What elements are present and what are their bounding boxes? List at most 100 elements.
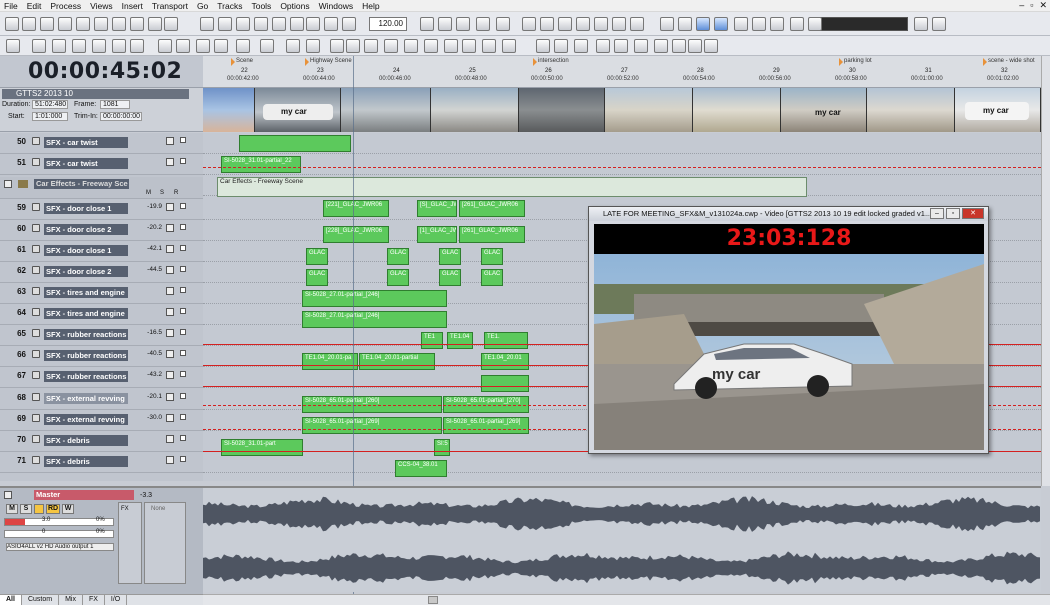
track-expand-icon[interactable] xyxy=(180,137,186,143)
clip[interactable]: TE1.04_20.01 xyxy=(481,353,529,370)
tab-all[interactable]: All xyxy=(0,595,22,605)
track-name[interactable]: SFX - external revving xyxy=(44,414,128,425)
toolbar-button[interactable] xyxy=(678,17,692,31)
group-record-button[interactable]: R xyxy=(174,190,178,196)
track-expand-icon[interactable] xyxy=(180,435,186,441)
arrow-icon[interactable] xyxy=(34,504,44,514)
toolbar-button[interactable] xyxy=(558,17,572,31)
menu-options[interactable]: Options xyxy=(280,1,309,11)
collapse-icon[interactable] xyxy=(4,491,12,499)
toolbar-button[interactable] xyxy=(404,39,418,53)
toolbar-button[interactable] xyxy=(72,39,86,53)
track-header[interactable]: 62 SFX - door close 2 -44.5 xyxy=(0,262,203,283)
toolbar-button[interactable] xyxy=(384,39,398,53)
clip[interactable]: [1]_GLAC_JW xyxy=(417,226,457,243)
clip[interactable]: GLAC xyxy=(306,248,328,265)
toolbar-button[interactable] xyxy=(112,17,126,31)
toolbar-button[interactable] xyxy=(462,39,476,53)
clip[interactable]: TE1.04_20.01-partial xyxy=(359,353,435,370)
menu-windows[interactable]: Windows xyxy=(319,1,353,11)
toolbar-button[interactable] xyxy=(40,17,54,31)
marker-scene[interactable]: Scene xyxy=(231,58,253,66)
menu-views[interactable]: Views xyxy=(90,1,113,11)
clip[interactable] xyxy=(239,135,351,152)
toolbar-button[interactable] xyxy=(324,17,338,31)
group-clip[interactable]: Car Effects - Freeway Scene xyxy=(217,177,807,197)
group-solo-button[interactable]: S xyxy=(160,190,164,196)
toolbar-button[interactable] xyxy=(346,39,360,53)
toolbar-button[interactable] xyxy=(420,17,434,31)
toolbar-button[interactable] xyxy=(630,17,644,31)
toolbar-button[interactable] xyxy=(808,17,822,31)
video-preview-window[interactable]: LATE FOR MEETING_SFX&M_v131024a.cwp - Vi… xyxy=(588,206,989,454)
track-header[interactable]: 61 SFX - door close 1 -42.1 xyxy=(0,241,203,262)
menu-tracks[interactable]: Tracks xyxy=(217,1,242,11)
clip[interactable]: SI-5028_65.01-partial_[269] xyxy=(443,417,529,434)
transport-timecode[interactable]: 00:00:45:02 xyxy=(28,59,182,84)
mute-button[interactable]: M xyxy=(6,504,18,514)
toolbar-button[interactable] xyxy=(176,39,190,53)
group-mute-button[interactable]: M xyxy=(146,190,151,196)
track-name[interactable]: SFX - door close 2 xyxy=(44,266,128,277)
toolbar-button[interactable] xyxy=(536,39,550,53)
track-name[interactable]: SFX - rubber reactions xyxy=(44,350,128,361)
track-icon[interactable] xyxy=(32,287,40,295)
track-fx-icon[interactable] xyxy=(166,203,174,211)
toolbar-button[interactable] xyxy=(696,17,710,31)
track-name[interactable]: SFX - rubber reactions xyxy=(44,329,128,340)
toolbar-button[interactable] xyxy=(260,39,274,53)
master-bus-name[interactable]: Master xyxy=(34,490,134,500)
toolbar-button[interactable] xyxy=(6,39,20,53)
toolbar-button[interactable] xyxy=(342,17,356,31)
clip[interactable]: GLAC xyxy=(306,269,328,286)
toolbar-button[interactable] xyxy=(5,17,19,31)
track-name[interactable]: SFX - rubber reactions xyxy=(44,371,128,382)
toolbar-button[interactable] xyxy=(752,17,766,31)
snap-dropdown[interactable] xyxy=(818,17,908,31)
track-icon[interactable] xyxy=(32,308,40,316)
toolbar-button[interactable] xyxy=(704,39,718,53)
track-expand-icon[interactable] xyxy=(180,393,186,399)
track-expand-icon[interactable] xyxy=(180,350,186,356)
toolbar-button[interactable] xyxy=(522,17,536,31)
toolbar-button[interactable] xyxy=(932,17,946,31)
clip[interactable]: CCS-04_38.01 xyxy=(395,460,447,477)
track-expand-icon[interactable] xyxy=(180,414,186,420)
toolbar-button[interactable] xyxy=(164,17,178,31)
clip[interactable]: GLAC xyxy=(439,248,461,265)
toolbar-button[interactable] xyxy=(672,39,686,53)
clip[interactable]: [261]_GLAC_JWR06 xyxy=(459,226,525,243)
menu-file[interactable]: File xyxy=(4,1,18,11)
menu-insert[interactable]: Insert xyxy=(122,1,143,11)
toolbar-button[interactable] xyxy=(482,39,496,53)
video-window-title[interactable]: LATE FOR MEETING_SFX&M_v131024a.cwp - Vi… xyxy=(589,207,988,221)
track-name[interactable]: SFX - debris xyxy=(44,435,128,446)
solo-button[interactable]: S xyxy=(20,504,32,514)
track-fx-icon[interactable] xyxy=(166,266,174,274)
collapse-icon[interactable] xyxy=(4,180,12,188)
track-header[interactable]: 67 SFX - rubber reactions -43.2 xyxy=(0,367,203,388)
menu-help[interactable]: Help xyxy=(362,1,379,11)
toolbar-button[interactable] xyxy=(236,17,250,31)
marker-wide-shot[interactable]: scene - wide shot xyxy=(983,58,1035,66)
track-expand-icon[interactable] xyxy=(180,308,186,314)
toolbar-button[interactable] xyxy=(58,17,72,31)
track-name[interactable]: SFX - door close 1 xyxy=(44,203,128,214)
toolbar-button[interactable] xyxy=(654,39,668,53)
track-fx-icon[interactable] xyxy=(166,371,174,379)
clip[interactable]: [261]_GLAC_JWR06 xyxy=(459,200,525,217)
toolbar-button[interactable] xyxy=(76,17,90,31)
master-waveform[interactable] xyxy=(203,486,1041,592)
clip[interactable]: TE1 xyxy=(421,332,443,349)
menu-go[interactable]: Go xyxy=(197,1,208,11)
clip[interactable]: [S]_GLAC_JW xyxy=(417,200,457,217)
sends-bin[interactable]: None xyxy=(144,502,186,584)
toolbar-button[interactable] xyxy=(714,17,728,31)
track-expand-icon[interactable] xyxy=(180,158,186,164)
clip[interactable] xyxy=(481,375,529,392)
track-icon[interactable] xyxy=(32,245,40,253)
toolbar-button[interactable] xyxy=(148,17,162,31)
clip[interactable]: GLAC xyxy=(387,269,409,286)
track-fx-icon[interactable] xyxy=(166,456,174,464)
tab-mix[interactable]: Mix xyxy=(59,595,83,605)
